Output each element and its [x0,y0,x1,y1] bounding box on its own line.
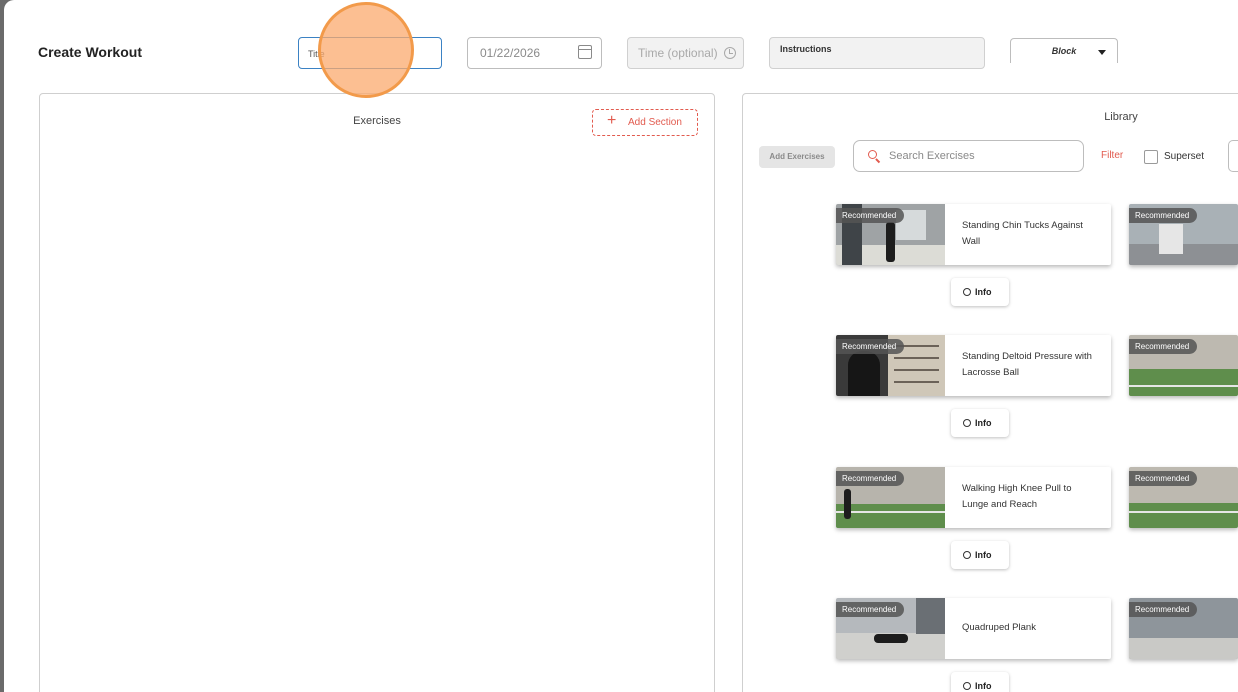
filter-link[interactable]: Filter [1101,150,1123,161]
info-button[interactable]: Info [951,409,1009,437]
block-select-value: Block [1051,46,1077,56]
recommended-badge: Recommended [836,602,905,617]
date-value: 01/22/2026 [480,46,541,60]
library-panel-title: Library [1104,111,1138,123]
clock-icon [724,47,736,59]
page-title: Create Workout [38,44,142,60]
search-placeholder: Search Exercises [889,150,975,162]
info-label: Info [975,550,992,560]
info-button[interactable]: Info [951,541,1009,569]
exercise-card[interactable]: Recommended [1129,467,1238,528]
calendar-icon[interactable] [578,45,592,59]
add-section-button[interactable]: + Add Section [592,109,698,136]
exercise-card[interactable]: Recommended [1129,204,1238,265]
info-label: Info [975,287,992,297]
library-panel: Library Add Exercises Search Exercises F… [742,93,1238,692]
recommended-badge: Recommended [1129,339,1198,354]
caret-down-icon [1098,50,1106,55]
date-input[interactable]: 01/22/2026 [467,37,602,69]
info-icon [963,419,971,427]
time-input[interactable]: Time (optional) [627,37,744,69]
add-exercises-button[interactable]: Add Exercises [759,146,835,168]
exercise-thumbnail: Recommended [836,204,945,265]
exercises-panel: Exercises + Add Section [39,93,715,692]
exercise-thumbnail: Recommended [836,335,945,396]
info-label: Info [975,418,992,428]
search-icon [868,150,877,159]
create-workout-modal: Create Workout Title 01/22/2026 Time (op… [4,0,1238,692]
recommended-badge: Recommended [1129,602,1198,617]
time-placeholder: Time (optional) [638,46,718,60]
recommended-badge: Recommended [1129,471,1198,486]
instructions-input[interactable]: Instructions [769,37,985,69]
exercise-card[interactable]: Recommended [1129,335,1238,396]
recommended-badge: Recommended [836,471,905,486]
exercise-thumbnail: Recommended [836,467,945,528]
library-sort-field[interactable] [1228,140,1238,172]
add-section-label: Add Section [628,117,682,128]
superset-checkbox[interactable] [1144,150,1158,164]
exercise-card[interactable]: Recommended Standing Deltoid Pressure wi… [836,335,1111,396]
exercise-name: Quadruped Plank [962,622,1036,633]
recommended-badge: Recommended [836,339,905,354]
exercise-thumbnail: Recommended [836,598,945,659]
info-label: Info [975,681,992,691]
exercise-name: Standing Deltoid Pressure with Lacrosse … [962,351,1092,378]
superset-label: Superset [1164,151,1205,162]
block-type-select[interactable]: Block [1010,38,1118,63]
recommended-badge: Recommended [836,208,905,223]
exercise-card[interactable]: Recommended Quadruped Plank [836,598,1111,659]
click-indicator [318,2,414,98]
info-button[interactable]: Info [951,672,1009,692]
plus-icon: + [607,112,617,129]
info-button[interactable]: Info [951,278,1009,306]
info-icon [963,288,971,296]
exercise-card[interactable]: Recommended Standing Chin Tucks Against … [836,204,1111,265]
info-icon [963,682,971,690]
info-icon [963,551,971,559]
exercise-card[interactable]: Recommended Walking High Knee Pull to Lu… [836,467,1111,528]
exercise-name: Walking High Knee Pull to Lunge and Reac… [962,483,1072,510]
exercise-name: Standing Chin Tucks Against Wall [962,220,1083,247]
recommended-badge: Recommended [1129,208,1198,223]
search-exercises-input[interactable]: Search Exercises [853,140,1084,172]
exercise-card[interactable]: Recommended [1129,598,1238,659]
